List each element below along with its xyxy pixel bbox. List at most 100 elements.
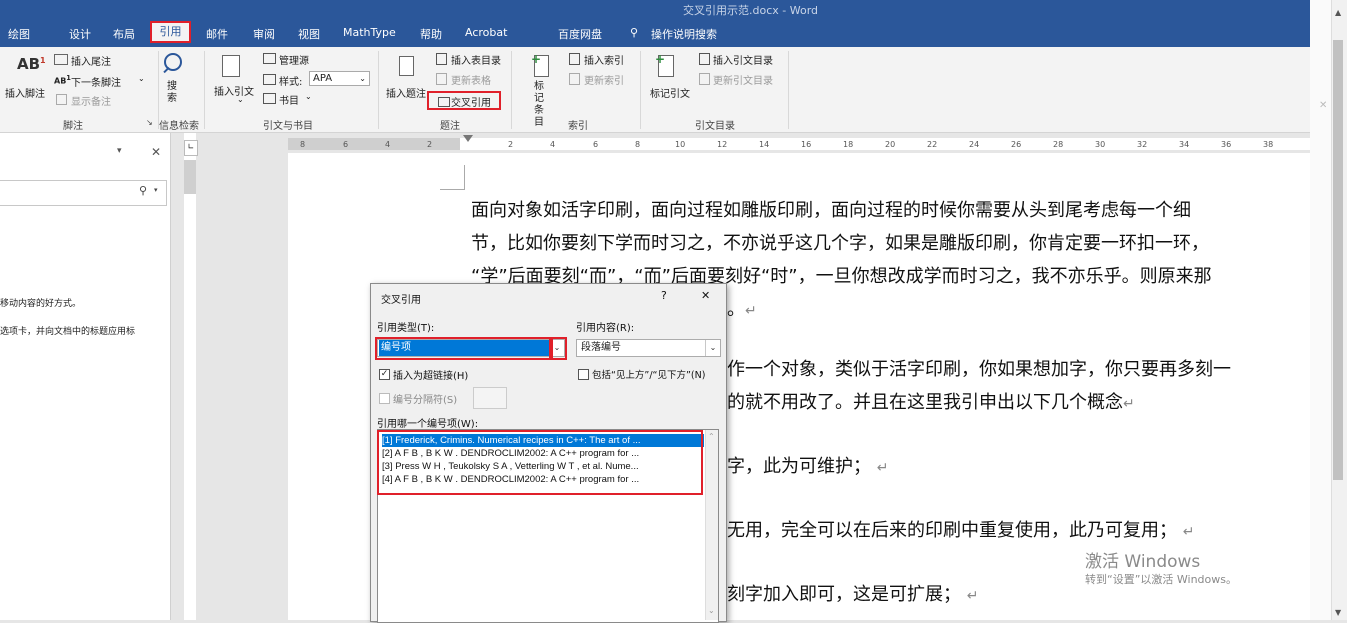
mark-citation-button[interactable]: 标记引文 <box>650 85 690 100</box>
scroll-up-arrow[interactable]: ▲ <box>1335 8 1341 17</box>
insert-index-button[interactable]: 插入索引 <box>584 52 624 67</box>
chevron-down-icon[interactable]: ⌄ <box>708 606 715 615</box>
tab-view[interactable]: 视图 <box>298 26 320 42</box>
ruler-number: 2 <box>508 140 514 149</box>
tab-mailings[interactable]: 邮件 <box>206 26 228 42</box>
tab-references[interactable]: 引用 <box>150 21 191 43</box>
tab-review[interactable]: 审阅 <box>253 26 275 42</box>
update-toa-button[interactable]: 更新引文目录 <box>713 72 773 87</box>
insert-table-of-figures-button[interactable]: 插入表目录 <box>451 52 501 67</box>
paragraph-mark: ↵ <box>1123 396 1135 412</box>
style-select[interactable]: APA ⌄ <box>309 71 370 86</box>
tab-mathtype[interactable]: MathType <box>343 26 396 39</box>
tab-design[interactable]: 设计 <box>69 26 91 42</box>
separator-checkbox[interactable] <box>379 393 390 404</box>
close-button[interactable]: ✕ <box>701 289 710 302</box>
dialog-title: 交叉引用 <box>381 295 421 306</box>
cross-reference-dialog: 交叉引用 ? ✕ 引用类型(T): 编号项 ⌄ 引用内容(R): 段落编号 ⌄ … <box>370 283 727 623</box>
group-label-toa: 引文目录 <box>695 121 735 132</box>
group-label-research: 信息检索 <box>159 121 199 132</box>
separator-label: 编号分隔符(S) <box>393 395 458 406</box>
style-icon <box>263 74 276 85</box>
insert-hyperlink-checkbox[interactable]: ✓ <box>379 369 390 380</box>
insert-footnote-button[interactable]: 插入脚注 <box>5 85 45 100</box>
reference-type-select[interactable]: 编号项 ⌄ <box>377 339 565 357</box>
vertical-ruler-margin <box>184 160 196 194</box>
paragraph-line[interactable]: 作一个对象，类似于活字印刷，你如果想加字，你只要再多刻一 <box>727 355 1231 381</box>
update-table-button[interactable]: 更新表格 <box>451 72 491 87</box>
include-above-below-label[interactable]: 包括“见上方”/“见下方”(N) <box>592 367 705 381</box>
update-index-icon <box>569 73 580 85</box>
paragraph-line[interactable]: 。↵ <box>727 295 757 321</box>
first-line-indent-marker[interactable] <box>463 135 473 142</box>
list-item[interactable]: [4] A F B , B K W . DENDROCLIM2002: A C+… <box>382 473 704 486</box>
title-bar: 交叉引用示范.docx - Word <box>0 0 1310 19</box>
tab-selector[interactable]: ∟ <box>184 140 198 156</box>
dialog-launcher-icon[interactable]: ↘ <box>146 118 153 127</box>
ribbon: AB1 插入脚注 插入尾注 AB1 下一条脚注 ⌄ 显示备注 脚注 ↘ 搜索 信… <box>0 47 1310 133</box>
search-button[interactable]: 搜索 <box>167 81 179 105</box>
list-item[interactable]: [2] A F B , B K W . DENDROCLIM2002: A C+… <box>382 447 704 460</box>
manage-sources-button[interactable]: 管理源 <box>279 52 309 67</box>
tab-draw[interactable]: 绘图 <box>8 26 30 42</box>
separator-input[interactable] <box>473 387 507 409</box>
reference-content-select[interactable]: 段落编号 ⌄ <box>576 339 721 357</box>
close-icon[interactable]: ✕ <box>1319 100 1327 111</box>
scroll-down-arrow[interactable]: ▼ <box>1335 608 1341 617</box>
paragraph-line[interactable]: 无用，完全可以在后来的印刷中重复使用，此乃可复用； ↵ <box>727 516 1194 542</box>
tab-help[interactable]: 帮助 <box>420 26 442 42</box>
activation-watermark-subtitle: 转到“设置”以激活 Windows。 <box>1085 573 1237 586</box>
show-notes-icon <box>56 94 67 105</box>
insert-toa-button[interactable]: 插入引文目录 <box>713 52 773 67</box>
show-notes-button[interactable]: 显示备注 <box>71 93 111 108</box>
chevron-down-icon: ⌄ <box>305 92 312 101</box>
chevron-up-icon[interactable]: ⌃ <box>708 432 715 441</box>
paragraph-line[interactable]: 的就不用改了。并且在这里我引申出以下几个概念↵ <box>727 388 1135 414</box>
help-button[interactable]: ? <box>661 289 667 302</box>
ruler-number: 20 <box>885 140 896 149</box>
list-item[interactable]: [3] Press W H , Teukolsky S A , Vetterli… <box>382 460 704 473</box>
close-icon[interactable]: ✕ <box>151 145 161 159</box>
plus-icon: + <box>655 52 666 66</box>
paragraph-mark: ↵ <box>745 303 757 319</box>
ruler-number: 4 <box>385 140 391 149</box>
list-item[interactable]: [1] Frederick, Crimins. Numerical recipe… <box>382 434 704 447</box>
table-of-figures-icon <box>436 53 447 65</box>
paragraph-line[interactable]: 节，比如你要刻下学而时习之，不亦说乎这几个字，如果是雕版印刷，你肯定要一环扣一环… <box>471 229 1209 255</box>
navigation-pane <box>0 133 171 620</box>
chevron-down-icon[interactable]: ▾ <box>154 186 158 194</box>
ruler-number: 14 <box>759 140 770 149</box>
next-footnote-button[interactable]: 下一条脚注 <box>71 74 121 89</box>
nav-help-text-2: 选项卡，并向文档中的标题应用标 <box>0 327 136 337</box>
scrollbar-thumb[interactable] <box>1333 40 1343 480</box>
insert-citation-button[interactable]: 插入引文 <box>214 83 254 98</box>
lightbulb-icon: ⚲ <box>630 26 639 39</box>
search-icon[interactable]: ⚲ <box>139 184 147 197</box>
mark-entry-button[interactable]: 标记条目 <box>534 81 546 129</box>
insert-caption-button[interactable]: 插入题注 <box>386 85 426 100</box>
insert-citation-icon <box>222 55 240 77</box>
reference-type-label: 引用类型(T): <box>377 323 435 334</box>
chevron-down-icon: ⌄ <box>549 340 564 356</box>
ruler-number: 8 <box>300 140 306 149</box>
insert-hyperlink-label[interactable]: 插入为超链接(H) <box>393 367 468 382</box>
chevron-down-icon[interactable]: ▾ <box>117 146 122 156</box>
insert-endnote-button[interactable]: 插入尾注 <box>71 53 111 68</box>
insert-toa-icon <box>699 53 710 65</box>
include-above-below-checkbox[interactable] <box>578 369 589 380</box>
ribbon-tabs: 绘图 设计 布局 引用 邮件 审阅 视图 MathType 帮助 Acrobat… <box>0 19 1310 47</box>
bibliography-button[interactable]: 书目 <box>279 92 299 107</box>
update-index-button[interactable]: 更新索引 <box>584 72 624 87</box>
paragraph-line[interactable]: 面向对象如活字印刷，面向过程如雕版印刷，面向过程的时候你需要从头到尾考虑每一个细 <box>471 196 1191 222</box>
paragraph-line[interactable]: 刻字加入即可，这是可扩展； ↵ <box>727 580 978 606</box>
paragraph-line[interactable]: 字，此为可维护； ↵ <box>727 452 888 478</box>
tab-layout[interactable]: 布局 <box>113 26 135 42</box>
list-scrollbar[interactable]: ⌃ ⌄ <box>705 430 718 620</box>
tab-acrobat[interactable]: Acrobat <box>465 26 507 39</box>
tab-baidu-netdisk[interactable]: 百度网盘 <box>558 26 602 42</box>
bibliography-icon <box>263 93 276 104</box>
numbered-items-list[interactable]: [1] Frederick, Crimins. Numerical recipe… <box>377 429 719 623</box>
cross-reference-button[interactable]: 交叉引用 <box>451 94 491 109</box>
insert-caption-icon <box>399 56 414 76</box>
tell-me-search[interactable]: 操作说明搜索 <box>651 26 717 42</box>
